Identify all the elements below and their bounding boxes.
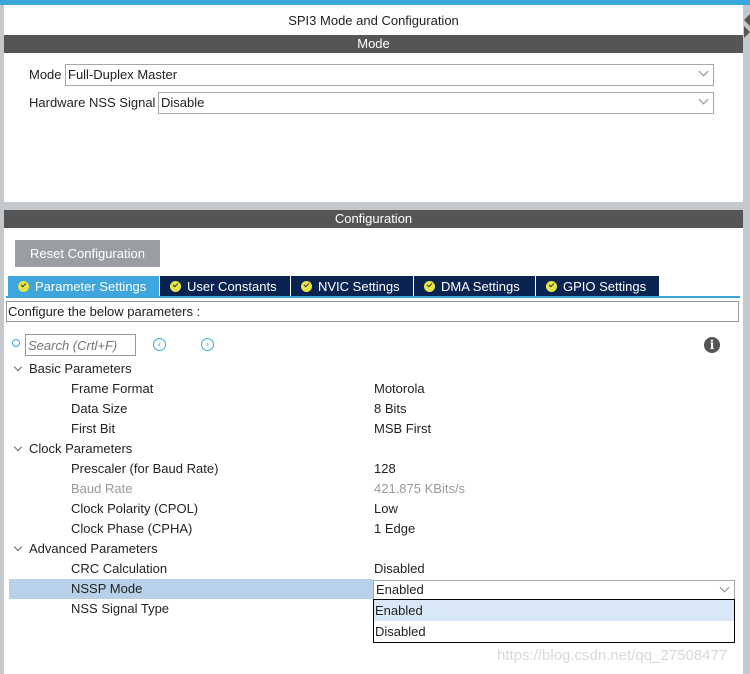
parameter-value: MSB First xyxy=(374,421,432,436)
parameter-value: 128 xyxy=(374,461,396,476)
parameter-value: 8 Bits xyxy=(374,401,407,416)
search-icon xyxy=(12,339,20,347)
parameter-row[interactable]: Clock Polarity (CPOL) Low xyxy=(9,499,739,519)
dropdown-option-enabled[interactable]: Enabled xyxy=(374,600,734,621)
tree-group[interactable]: Basic Parameters xyxy=(9,359,739,379)
mode-value: Full-Duplex Master xyxy=(68,67,178,82)
tab-parameter-settings[interactable]: Parameter Settings xyxy=(8,276,159,297)
parameter-label: Advanced Parameters xyxy=(29,541,158,556)
configure-hint: Configure the below parameters : xyxy=(6,301,739,322)
parameter-label: Clock Parameters xyxy=(29,441,133,456)
reset-configuration-button[interactable]: Reset Configuration xyxy=(15,240,160,267)
check-circle-icon xyxy=(18,281,29,292)
tab-dma-settings[interactable]: DMA Settings xyxy=(414,276,535,297)
watermark: https://blog.csdn.net/qq_27508477 xyxy=(497,647,728,664)
tree-group[interactable]: Advanced Parameters xyxy=(9,539,739,559)
hardware-nss-select[interactable]: Disable xyxy=(158,92,714,114)
parameter-label: Clock Polarity (CPOL) xyxy=(71,501,199,516)
chevron-down-icon[interactable] xyxy=(13,362,23,372)
parameter-row[interactable]: CRC Calculation Disabled xyxy=(9,559,739,579)
next-result-button[interactable]: › xyxy=(201,338,214,351)
parameter-value: 421.875 KBits/s xyxy=(374,481,466,496)
parameter-label: Data Size xyxy=(71,401,128,416)
tab-nvic-settings[interactable]: NVIC Settings xyxy=(291,276,413,297)
check-circle-icon xyxy=(546,281,557,292)
check-circle-icon xyxy=(170,281,181,292)
check-circle-icon xyxy=(424,281,435,292)
tab-gpio-settings[interactable]: GPIO Settings xyxy=(536,276,659,297)
mode-panel: SPI3 Mode and Configuration Mode Mode Fu… xyxy=(4,5,743,202)
parameter-label: CRC Calculation xyxy=(71,561,168,576)
parameter-value: Motorola xyxy=(374,381,425,396)
chevron-down-icon xyxy=(698,66,709,77)
nssp-mode-value: Enabled xyxy=(376,582,424,597)
parameter-value: Low xyxy=(374,501,398,516)
mode-header: Mode xyxy=(4,35,743,53)
tab-label: Parameter Settings xyxy=(35,279,147,294)
chevron-down-icon xyxy=(698,94,709,105)
mode-label: Mode xyxy=(29,67,62,82)
parameter-row[interactable]: Clock Phase (CPHA) 1 Edge xyxy=(9,519,739,539)
parameter-row[interactable]: First Bit MSB First xyxy=(9,419,739,439)
parameter-label: Baud Rate xyxy=(71,481,133,496)
search-input[interactable] xyxy=(25,334,136,356)
tree-group[interactable]: Clock Parameters xyxy=(9,439,739,459)
nssp-mode-dropdown-list: Enabled Disabled xyxy=(373,599,735,643)
window-title: SPI3 Mode and Configuration xyxy=(288,13,459,28)
parameter-label: Clock Phase (CPHA) xyxy=(71,521,193,536)
nss-value: Disable xyxy=(161,95,205,110)
tab-label: DMA Settings xyxy=(441,279,520,294)
parameter-label: Basic Parameters xyxy=(29,361,132,376)
chevron-down-icon[interactable] xyxy=(13,542,23,552)
parameter-row[interactable]: Frame Format Motorola xyxy=(9,379,739,399)
configuration-header: Configuration xyxy=(4,210,743,228)
dropdown-option-disabled[interactable]: Disabled xyxy=(374,621,734,642)
chevron-down-icon xyxy=(719,582,730,593)
mode-select[interactable]: Full-Duplex Master xyxy=(65,64,714,86)
chevron-down-icon[interactable] xyxy=(13,442,23,452)
expand-right-icon[interactable] xyxy=(744,26,750,38)
previous-result-button[interactable]: ‹ xyxy=(153,338,166,351)
parameter-label: NSSP Mode xyxy=(71,581,143,596)
parameter-label: Frame Format xyxy=(71,381,154,396)
parameter-label: Prescaler (for Baud Rate) xyxy=(71,461,219,476)
tab-label: NVIC Settings xyxy=(318,279,400,294)
tab-label: User Constants xyxy=(187,279,277,294)
nss-label: Hardware NSS Signal xyxy=(29,95,156,110)
parameter-row[interactable]: Prescaler (for Baud Rate) 128 xyxy=(9,459,739,479)
parameter-label: NSS Signal Type xyxy=(71,601,170,616)
parameter-label: First Bit xyxy=(71,421,116,436)
tab-underline xyxy=(6,296,740,298)
check-circle-icon xyxy=(301,281,312,292)
parameter-row[interactable]: Baud Rate 421.875 KBits/s xyxy=(9,479,739,499)
tab-label: GPIO Settings xyxy=(563,279,647,294)
tab-user-constants[interactable]: User Constants xyxy=(160,276,290,297)
parameter-row[interactable]: Data Size 8 Bits xyxy=(9,399,739,419)
parameter-value: 1 Edge xyxy=(374,521,416,536)
nssp-mode-select[interactable]: Enabled xyxy=(373,580,735,600)
info-icon[interactable]: i xyxy=(704,337,720,353)
parameter-value: Disabled xyxy=(374,561,425,576)
